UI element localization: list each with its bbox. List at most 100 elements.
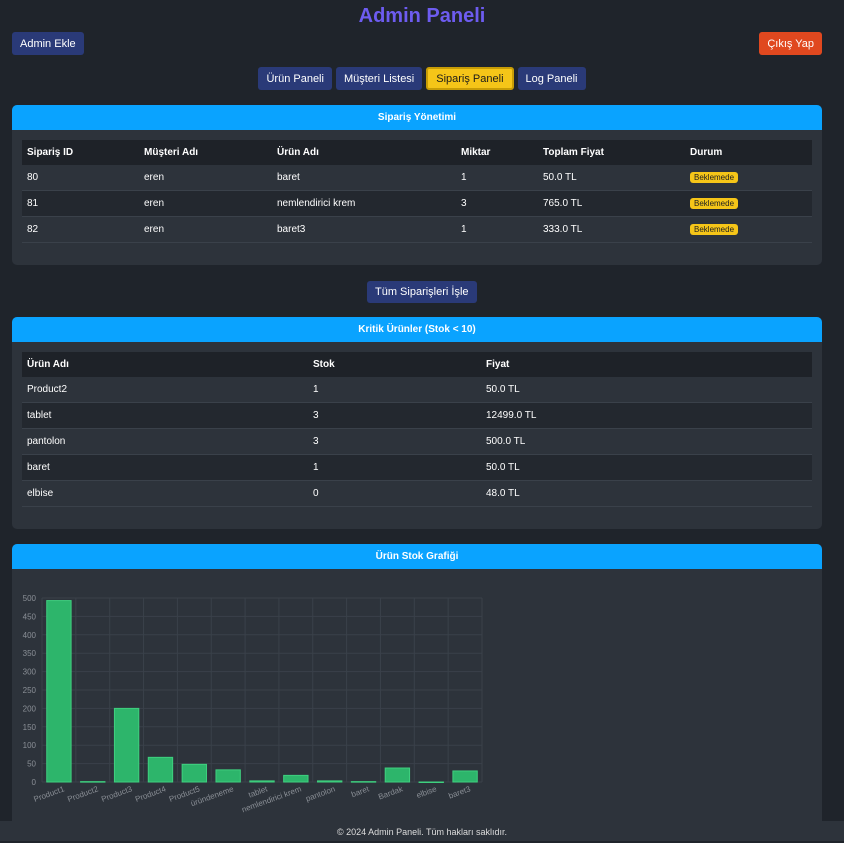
chart-bar <box>283 774 309 783</box>
page-title: Admin Paneli <box>358 5 486 27</box>
y-tick-label: 350 <box>23 649 37 658</box>
product-price: 12499.0 TL <box>481 402 812 429</box>
chart-bar <box>113 707 140 783</box>
col-customer: Müşteri Adı <box>139 140 272 165</box>
order-total: 333.0 TL <box>538 216 685 243</box>
status-badge: Beklemede <box>690 172 739 183</box>
order-id: 81 <box>22 190 139 217</box>
order-total: 50.0 TL <box>538 165 685 191</box>
y-tick-label: 400 <box>23 631 37 640</box>
chart-bar <box>452 770 478 783</box>
product-name: baret <box>22 454 308 481</box>
product-stock: 1 <box>308 454 481 481</box>
y-tick-label: 450 <box>23 612 37 621</box>
orders-card-title: Sipariş Yönetimi <box>12 105 822 130</box>
y-tick-label: 200 <box>23 704 37 713</box>
table-row: elbise 0 48.0 TL <box>22 480 812 507</box>
y-tick-label: 50 <box>27 760 36 769</box>
order-qty: 1 <box>456 165 538 191</box>
table-row: 80 eren baret 1 50.0 TL Beklemede <box>22 165 812 191</box>
logout-button[interactable]: Çıkış Yap <box>759 32 822 55</box>
product-stock: 0 <box>308 480 481 507</box>
status-badge: Beklemede <box>690 198 739 209</box>
table-row: baret 1 50.0 TL <box>22 454 812 481</box>
critical-card-title: Kritik Ürünler (Stok < 10) <box>12 317 822 342</box>
x-tick-label: baret <box>350 784 371 799</box>
order-total: 765.0 TL <box>538 190 685 217</box>
x-tick-label: pantolon <box>304 784 336 803</box>
col-stock: Stok <box>308 352 481 377</box>
x-tick-label: Product4 <box>134 784 168 804</box>
table-row: pantolon 3 500.0 TL <box>22 428 812 455</box>
col-product: Ürün Adı <box>272 140 456 165</box>
x-tick-label: Product2 <box>66 784 100 804</box>
x-tick-label: elbise <box>415 784 438 800</box>
chart-bar <box>80 781 106 783</box>
table-row: 81 eren nemlendirici krem 3 765.0 TL Bek… <box>22 190 812 217</box>
col-total: Toplam Fiyat <box>538 140 685 165</box>
order-customer: eren <box>139 216 272 243</box>
order-product: baret <box>272 165 456 191</box>
y-tick-label: 0 <box>32 778 37 787</box>
y-tick-label: 100 <box>23 741 37 750</box>
order-qty: 1 <box>456 216 538 243</box>
col-product-name: Ürün Adı <box>22 352 308 377</box>
x-tick-label: Product3 <box>100 784 134 804</box>
chart-card-title: Ürün Stok Grafiği <box>12 544 822 569</box>
table-row: tablet 3 12499.0 TL <box>22 402 812 429</box>
chart-bar <box>46 600 72 783</box>
y-tick-label: 150 <box>23 723 37 732</box>
tab-customers[interactable]: Müşteri Listesi <box>335 67 423 90</box>
product-name: elbise <box>22 480 308 507</box>
critical-table: Ürün Adı Stok Fiyat Product2 1 50.0 TL t… <box>22 352 812 507</box>
chart-bar <box>181 763 207 783</box>
tab-orders[interactable]: Sipariş Paneli <box>426 67 514 90</box>
col-price: Fiyat <box>481 352 812 377</box>
product-price: 50.0 TL <box>481 454 812 481</box>
process-all-orders-button[interactable]: Tüm Siparişleri İşle <box>367 281 477 303</box>
x-tick-label: baret3 <box>447 784 472 800</box>
y-tick-label: 300 <box>23 668 37 677</box>
order-qty: 3 <box>456 190 538 217</box>
stock-chart-card: Ürün Stok Grafiği 0 50 100 150 200 250 300 350 4… <box>12 544 822 834</box>
order-id: 80 <box>22 165 139 191</box>
stock-bar-chart: 050100150200250300350400450500Product1 Pr… <box>23 594 483 814</box>
order-customer: eren <box>139 165 272 191</box>
col-order-id: Sipariş ID <box>22 140 139 165</box>
order-product: nemlendirici krem <box>272 190 456 217</box>
order-id: 82 <box>22 216 139 243</box>
product-stock: 3 <box>308 428 481 455</box>
admin-add-button[interactable]: Admin Ekle <box>12 32 84 55</box>
product-price: 50.0 TL <box>481 377 812 403</box>
nav-tabs: Ürün Paneli Müşteri Listesi Sipariş Pane… <box>0 67 844 90</box>
tab-products[interactable]: Ürün Paneli <box>258 67 332 90</box>
orders-card: Sipariş Yönetimi Sipariş ID Müşteri Adı … <box>12 105 822 265</box>
chart-bar <box>249 780 275 783</box>
orders-table: Sipariş ID Müşteri Adı Ürün Adı Miktar T… <box>22 140 812 243</box>
col-qty: Miktar <box>456 140 538 165</box>
order-customer: eren <box>139 190 272 217</box>
x-tick-label: Product1 <box>32 784 66 804</box>
product-stock: 1 <box>308 377 481 403</box>
y-tick-label: 500 <box>23 594 37 603</box>
chart-bar <box>350 781 377 783</box>
chart-bar <box>147 756 174 783</box>
tab-logs[interactable]: Log Paneli <box>517 67 586 90</box>
chart-bar <box>418 781 444 783</box>
table-row: 82 eren baret3 1 333.0 TL Beklemede <box>22 216 812 243</box>
product-price: 500.0 TL <box>481 428 812 455</box>
critical-products-card: Kritik Ürünler (Stok < 10) Ürün Adı Stok… <box>12 317 822 529</box>
chart-bar <box>215 769 241 783</box>
product-name: pantolon <box>22 428 308 455</box>
col-status: Durum <box>685 140 812 165</box>
y-tick-label: 250 <box>23 686 37 695</box>
product-name: Product2 <box>22 377 308 403</box>
chart-bar <box>317 780 343 783</box>
product-name: tablet <box>22 402 308 429</box>
status-badge: Beklemede <box>690 224 739 235</box>
order-product: baret3 <box>272 216 456 243</box>
table-row: Product2 1 50.0 TL <box>22 377 812 403</box>
x-tick-label: Bardak <box>377 784 405 801</box>
product-price: 48.0 TL <box>481 480 812 507</box>
product-stock: 3 <box>308 402 481 429</box>
